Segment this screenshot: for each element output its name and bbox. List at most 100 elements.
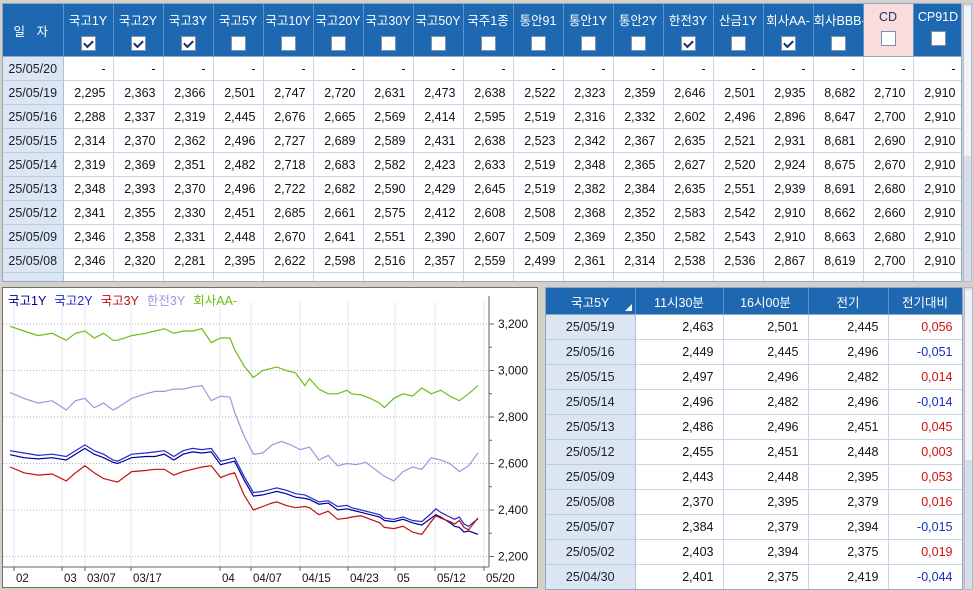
column-header-10[interactable]: 통안91: [513, 4, 564, 57]
column-header-8[interactable]: 국고50Y: [413, 4, 464, 57]
column-checkbox[interactable]: [880, 31, 896, 46]
column-header-13[interactable]: 한전3Y: [663, 4, 714, 57]
date-cell[interactable]: 25/05/08: [3, 248, 64, 273]
date-cell[interactable]: 25/05/15: [3, 128, 64, 153]
detail-date-cell[interactable]: 25/05/12: [546, 439, 636, 465]
detail-1600-cell: 2,445: [723, 339, 809, 365]
yield-value-cell: 8,675: [813, 152, 864, 177]
date-cell[interactable]: 25/05/13: [3, 176, 64, 201]
detail-date-cell[interactable]: 25/05/19: [546, 314, 636, 340]
x-axis-tick-label: 02: [16, 573, 29, 585]
detail-column-header-3[interactable]: 16시00분: [723, 288, 809, 315]
detail-change-cell: 0,003: [888, 439, 962, 465]
detail-change-cell: 0,045: [888, 414, 962, 440]
column-header-9[interactable]: 국주1종: [463, 4, 514, 57]
goko5y-detail-table: 국고5Y 11시30분 16시00분 전기 전기대비 25/05/19 2,463 2,50…: [545, 287, 963, 590]
detail-date-cell[interactable]: 25/05/09: [546, 464, 636, 490]
detail-column-header-5[interactable]: 전기대비: [888, 288, 962, 315]
column-checkbox[interactable]: [630, 36, 646, 51]
date-cell: [3, 272, 64, 281]
column-header-11[interactable]: 통안1Y: [563, 4, 614, 57]
column-header-2[interactable]: 국고2Y: [113, 4, 164, 57]
column-checkbox[interactable]: [280, 36, 296, 51]
date-cell[interactable]: 25/05/09: [3, 224, 64, 249]
detail-1600-cell: 2,482: [723, 389, 809, 415]
column-checkbox[interactable]: [330, 36, 346, 51]
legend-item: 국고2Y: [54, 294, 93, 308]
column-checkbox-checked[interactable]: [180, 36, 196, 51]
detail-column-header-2[interactable]: 11시30분: [635, 288, 724, 315]
column-checkbox[interactable]: [580, 36, 596, 51]
column-header-12[interactable]: 통안2Y: [613, 4, 664, 57]
detail-date-cell[interactable]: 25/05/02: [546, 539, 636, 565]
top-table-scrollbar[interactable]: [963, 3, 972, 282]
date-cell[interactable]: 25/05/12: [3, 200, 64, 225]
column-checkbox-checked[interactable]: [80, 36, 96, 51]
date-cell[interactable]: 25/05/16: [3, 104, 64, 129]
date-column-header[interactable]: 일 자: [3, 4, 64, 57]
yield-value-cell: 8,681: [813, 128, 864, 153]
yield-value-cell: -: [763, 56, 814, 81]
column-header-4[interactable]: 국고5Y: [213, 4, 264, 57]
detail-date-cell[interactable]: 25/05/08: [546, 489, 636, 515]
detail-date-cell[interactable]: 25/05/14: [546, 389, 636, 415]
detail-prev-cell: 2,394: [808, 514, 889, 540]
column-header-18[interactable]: CP91D: [913, 4, 961, 57]
yield-value-cell: 2,690: [863, 128, 914, 153]
detail-column-header-4[interactable]: 전기: [808, 288, 889, 315]
column-checkbox[interactable]: [530, 36, 546, 51]
top-scrollbar-thumb[interactable]: [964, 6, 971, 156]
detail-date-cell[interactable]: 25/05/07: [546, 514, 636, 540]
column-checkbox[interactable]: [230, 36, 246, 51]
yield-value-cell: 2,641: [313, 224, 364, 249]
column-checkbox[interactable]: [730, 36, 746, 51]
date-cell[interactable]: 25/05/19: [3, 80, 64, 105]
column-header-6[interactable]: 국고20Y: [313, 4, 364, 57]
detail-date-cell[interactable]: 25/05/16: [546, 339, 636, 365]
detail-1130-cell: 2,486: [635, 414, 724, 440]
column-checkbox[interactable]: [380, 36, 396, 51]
yield-value-cell: 2,508: [513, 200, 564, 225]
column-header-16[interactable]: 회사BBB-: [813, 4, 864, 57]
column-checkbox-checked[interactable]: [130, 36, 146, 51]
column-checkbox-checked[interactable]: [780, 36, 796, 51]
column-header-1[interactable]: 국고1Y: [63, 4, 114, 57]
yield-value-cell: -: [513, 56, 564, 81]
detail-date-cell[interactable]: 25/05/13: [546, 414, 636, 440]
y-axis-tick-label: 2,600: [498, 457, 528, 471]
daily-row: 25/05/16 2,288 2,337 2,319 2,445 2,676 2,665 2,…: [3, 104, 961, 129]
detail-column-header-1[interactable]: 국고5Y: [546, 288, 636, 315]
column-checkbox-checked[interactable]: [680, 36, 696, 51]
column-header-14[interactable]: 산금1Y: [713, 4, 764, 57]
column-header-7[interactable]: 국고30Y: [363, 4, 414, 57]
detail-scrollbar-thumb[interactable]: [965, 290, 972, 460]
yield-value-cell: 2,337: [113, 104, 164, 129]
column-label: 국고5Y: [218, 14, 258, 28]
column-checkbox[interactable]: [930, 31, 946, 46]
column-header-3[interactable]: 국고3Y: [163, 4, 214, 57]
yield-value-cell: 2,867: [763, 248, 814, 273]
daily-row: 25/05/13 2,348 2,393 2,370 2,496 2,722 2,682 2,…: [3, 176, 961, 201]
yield-value-cell: -: [163, 56, 214, 81]
detail-row: 25/05/12 2,455 2,451 2,448 0,003: [546, 439, 962, 465]
column-header-5[interactable]: 국고10Y: [263, 4, 314, 57]
x-axis-tick-label: 04: [222, 573, 235, 585]
detail-row: 25/04/30 2,401 2,375 2,419 -0,044: [546, 564, 962, 589]
date-cell[interactable]: 25/05/20: [3, 56, 64, 81]
date-cell[interactable]: 25/05/14: [3, 152, 64, 177]
bond-yield-terminal: { "colors": { "header_blue": "#1e68b2", …: [0, 0, 974, 590]
x-axis-tick-label: 04/15: [302, 573, 331, 585]
yield-value-cell: 2,358: [113, 224, 164, 249]
yield-value-cell: 2,939: [763, 176, 814, 201]
column-checkbox[interactable]: [480, 36, 496, 51]
detail-date-cell[interactable]: 25/05/15: [546, 364, 636, 390]
detail-change-cell: -0,015: [888, 514, 962, 540]
column-checkbox[interactable]: [430, 36, 446, 51]
column-checkbox[interactable]: [830, 36, 846, 51]
detail-table-scrollbar[interactable]: [964, 287, 973, 590]
detail-date-cell[interactable]: 25/04/30: [546, 564, 636, 589]
yield-value-cell: 2,910: [913, 176, 961, 201]
column-header-17[interactable]: CD: [863, 4, 914, 57]
column-label: 국고2Y: [118, 14, 158, 28]
column-header-15[interactable]: 회사AA-: [763, 4, 814, 57]
